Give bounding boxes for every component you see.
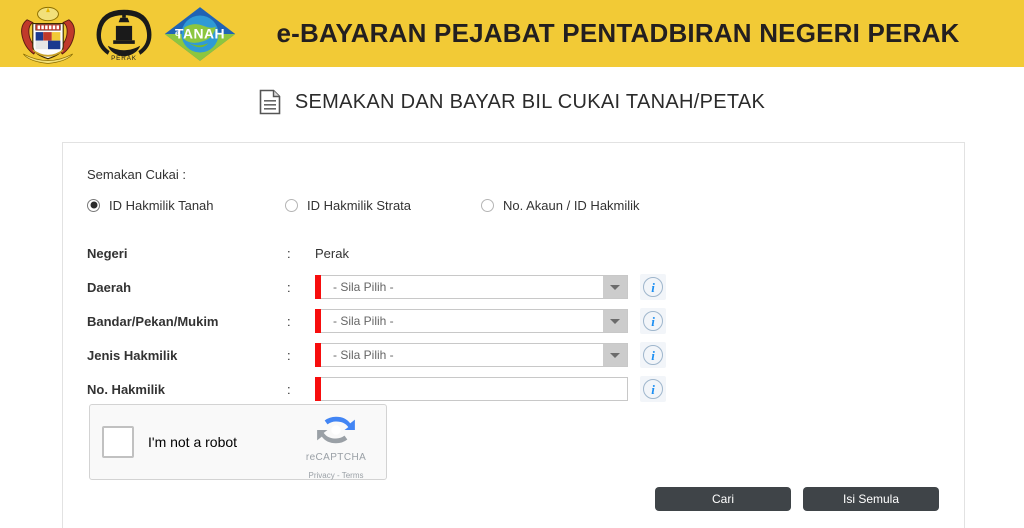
recaptcha-icon [317,416,355,444]
chevron-down-icon[interactable] [603,276,627,298]
header-logo-group: PERAK TANAH e [0,4,238,64]
form-row-negeri: Negeri : Perak [87,236,964,270]
page-title: SEMAKAN DAN BAYAR BIL CUKAI TANAH/PETAK [294,90,766,113]
info-icon-bandar-pekan-mukim[interactable]: i [640,308,666,334]
form-row-bandar-pekan-mukim: Bandar/Pekan/Mukim : - Sila Pilih - i [87,304,964,338]
recaptcha-link-separator: - [334,471,342,480]
field-label: Daerah [87,279,132,295]
recaptcha-label: I'm not a robot [148,434,238,450]
negeri-value: Perak [315,245,349,261]
field-colon: : [287,313,291,329]
info-icon-daerah[interactable]: i [640,274,666,300]
svg-text:TANAH: TANAH [175,25,225,41]
select-value: - Sila Pilih - [333,348,394,362]
field-colon: : [287,347,291,363]
search-button[interactable]: Cari [655,487,791,511]
recaptcha-links[interactable]: Privacy - Terms [309,471,364,480]
site-header: PERAK TANAH e e-BAYARAN PEJABAT PENTADBI… [0,0,1024,67]
recaptcha-widget[interactable]: I'm not a robot reCAPTCHA Privacy - Term… [89,404,387,480]
daerah-select[interactable]: - Sila Pilih - [321,275,628,299]
form-row-no-hakmilik: No. Hakmilik : i [87,372,964,406]
select-value: - Sila Pilih - [333,280,394,294]
perak-state-emblem-logo: PERAK [86,4,162,64]
svg-text:e: e [175,27,180,37]
radio-option-id-hakmilik-strata[interactable]: ID Hakmilik Strata [285,198,481,213]
chevron-down-icon[interactable] [603,344,627,366]
recaptcha-terms-link[interactable]: Terms [342,471,364,480]
jenis-hakmilik-select[interactable]: - Sila Pilih - [321,343,628,367]
header-title: e-BAYARAN PEJABAT PENTADBIRAN NEGERI PER… [276,18,960,48]
info-glyph: i [643,311,663,331]
info-glyph: i [643,379,663,399]
radio-button-icon[interactable] [285,198,298,212]
form-actions: Cari Isi Semula [655,487,939,511]
info-icon-no-hakmilik[interactable]: i [640,376,666,402]
recaptcha-checkbox[interactable] [102,426,134,458]
radio-label: ID Hakmilik Tanah [109,197,214,213]
semakan-cukai-radio-group: ID Hakmilik Tanah ID Hakmilik Strata No.… [87,194,964,216]
radio-button-icon[interactable] [87,198,100,212]
field-colon: : [287,245,291,261]
chevron-down-icon[interactable] [603,310,627,332]
malaysia-coat-of-arms-logo [10,4,86,64]
info-glyph: i [643,277,663,297]
info-icon-jenis-hakmilik[interactable]: i [640,342,666,368]
radio-label: ID Hakmilik Strata [307,197,412,213]
field-label: Negeri [87,245,128,261]
radio-button-icon[interactable] [481,198,494,212]
radio-option-id-hakmilik-tanah[interactable]: ID Hakmilik Tanah [87,198,285,213]
field-label: No. Hakmilik [87,381,166,397]
field-colon: : [287,381,291,397]
form-row-daerah: Daerah : - Sila Pilih - i [87,270,964,304]
radio-option-no-akaun-id-hakmilik[interactable]: No. Akaun / ID Hakmilik [481,198,640,213]
field-label: Jenis Hakmilik [87,347,178,363]
search-form-card: Semakan Cukai : ID Hakmilik Tanah ID Hak… [62,142,965,528]
form-row-jenis-hakmilik: Jenis Hakmilik : - Sila Pilih - i [87,338,964,372]
bandar-pekan-mukim-select[interactable]: - Sila Pilih - [321,309,628,333]
semakan-cukai-label: Semakan Cukai : [87,167,186,182]
recaptcha-brand: reCAPTCHA Privacy - Terms [296,413,376,483]
recaptcha-privacy-link[interactable]: Privacy [309,471,335,480]
select-value: - Sila Pilih - [333,314,394,328]
info-glyph: i [643,345,663,365]
reset-button[interactable]: Isi Semula [803,487,939,511]
field-colon: : [287,279,291,295]
page-title-row: SEMAKAN DAN BAYAR BIL CUKAI TANAH/PETAK [0,89,1024,115]
no-hakmilik-input[interactable] [321,377,628,401]
etanah-logo: TANAH e [162,4,238,64]
field-label: Bandar/Pekan/Mukim [87,313,219,329]
radio-label: No. Akaun / ID Hakmilik [503,197,640,213]
document-icon [259,89,281,115]
recaptcha-brand-name: reCAPTCHA [305,452,367,463]
svg-text:PERAK: PERAK [111,55,137,62]
